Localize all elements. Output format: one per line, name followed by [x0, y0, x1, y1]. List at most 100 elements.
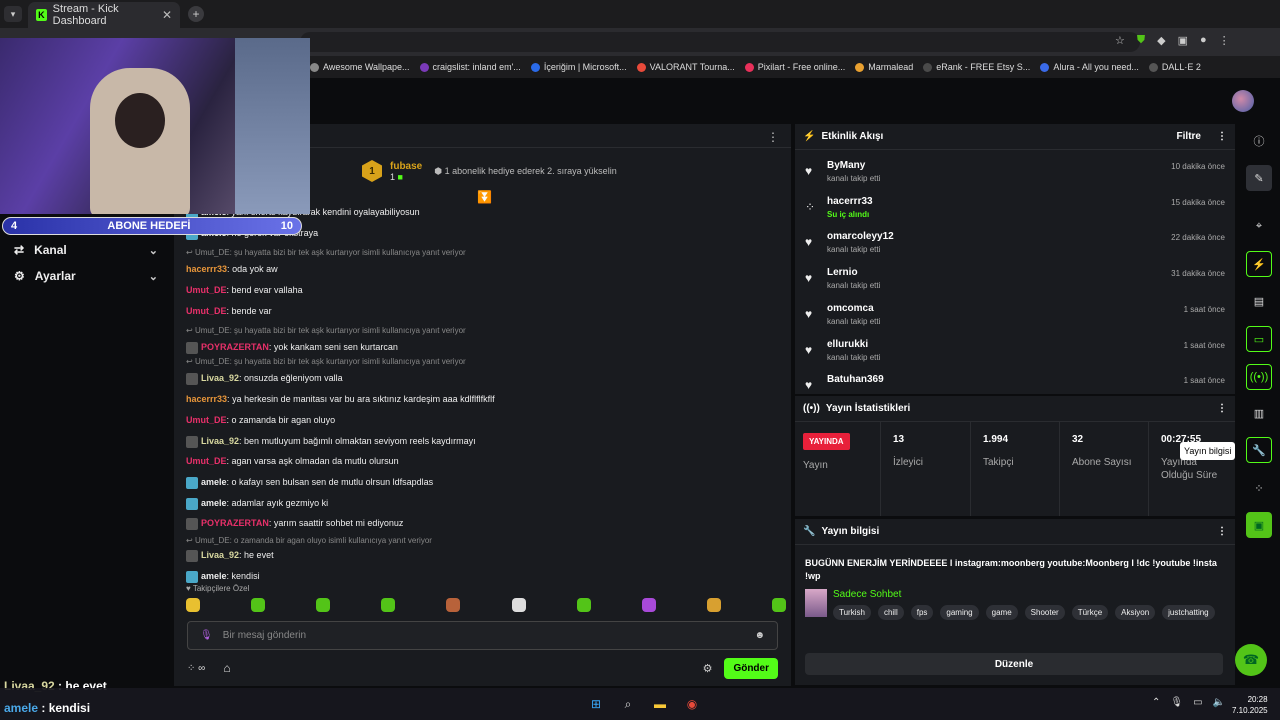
new-tab-button[interactable]: + [188, 6, 204, 22]
display-icon[interactable]: ▭ [1193, 697, 1202, 708]
bookmark-item[interactable]: Awesome Wallpape... [310, 62, 410, 72]
puzzle-icon[interactable]: ▣ [1178, 34, 1188, 47]
emote-icon[interactable] [641, 598, 656, 612]
more-options-icon[interactable]: ⋮ [1217, 131, 1227, 142]
bookmark-item[interactable]: İçeriğim | Microsoft... [530, 62, 627, 72]
chevron-up-icon[interactable]: ⌃ [1152, 697, 1160, 708]
chat-username[interactable]: amele [201, 571, 227, 581]
chat-username[interactable]: POYRAZERTAN [201, 342, 269, 352]
extension-icon[interactable]: ◆ [1157, 34, 1165, 47]
star-icon[interactable]: ☆ [1115, 34, 1125, 47]
bookmark-item[interactable]: Alura - All you need... [1040, 62, 1139, 72]
activity-username[interactable]: hacerrr33 [827, 196, 873, 207]
emote-icon[interactable] [771, 598, 786, 612]
activity-username[interactable]: ByMany [827, 160, 865, 171]
leader-name[interactable]: fubase [390, 161, 422, 172]
chat-username[interactable]: hacerrr33 [186, 264, 227, 274]
chat-input[interactable]: 🎙 Bir mesaj gönderin ☻ [187, 621, 778, 650]
chat-username[interactable]: Livaa_92 [201, 373, 239, 383]
chat-username[interactable]: hacerrr33 [186, 394, 227, 404]
sidebar-item-ayarlar[interactable]: ⚙ Ayarlar ⌄ [0, 263, 172, 289]
category-name[interactable]: Sadece Sohbet [833, 589, 901, 600]
microphone-icon[interactable]: 🎙 [200, 630, 213, 641]
points-icon[interactable]: ⁘ ∞ [187, 663, 205, 674]
stream-tag[interactable]: fps [910, 605, 934, 620]
stream-tag[interactable]: Türkçe [1071, 605, 1109, 620]
store-icon[interactable]: ⌂ [223, 661, 230, 675]
emote-icon[interactable] [316, 598, 331, 612]
emote-icon[interactable] [576, 598, 591, 612]
chat-username[interactable]: Umut_DE [186, 285, 227, 295]
stream-tag[interactable]: Turkish [833, 605, 871, 620]
tab-search-icon[interactable]: ▾ [4, 6, 22, 22]
activity-username[interactable]: ellurukki [827, 339, 868, 350]
camera-icon[interactable]: ⌖ [1246, 213, 1272, 239]
emoji-icon[interactable]: ☻ [754, 630, 765, 641]
bookmark-item[interactable]: VALORANT Tourna... [636, 62, 735, 72]
activity-username[interactable]: Lernio [827, 267, 858, 278]
broadcast-icon[interactable]: ((•)) [1246, 364, 1272, 390]
stream-tag[interactable]: Aksiyon [1115, 605, 1156, 620]
chat-settings-icon[interactable]: ⚙ [703, 662, 713, 675]
profile-icon[interactable]: ● [1200, 34, 1207, 47]
activity-username[interactable]: omarcoleyy12 [827, 231, 894, 242]
chat-username[interactable]: Umut_DE [186, 306, 227, 316]
menu-icon[interactable]: ⋮ [1219, 34, 1230, 47]
chat-username[interactable]: amele [201, 477, 227, 487]
emote-icon[interactable] [706, 598, 721, 612]
scroll-to-bottom-icon[interactable]: ⏬ [477, 190, 492, 204]
chrome-icon[interactable]: ◉ [682, 694, 702, 714]
bookmark-item[interactable]: DALL·E 2 [1148, 62, 1201, 72]
edit-button[interactable]: Düzenle [805, 653, 1223, 675]
windows-start-icon[interactable]: ⊞ [586, 694, 606, 714]
shield-icon[interactable]: ⛊ [1137, 34, 1145, 47]
stream-tag[interactable]: Shooter [1024, 605, 1065, 620]
chat-username[interactable]: Umut_DE [186, 456, 227, 466]
bookmark-item[interactable]: eRank - FREE Etsy S... [923, 62, 1030, 72]
filter-button[interactable]: Filtre [1177, 131, 1201, 142]
lightning-icon[interactable]: ⚡ [1246, 251, 1272, 277]
emote-icon[interactable] [186, 598, 200, 612]
notes-icon[interactable]: ▤ [1246, 288, 1272, 314]
activity-username[interactable]: omcomca [827, 303, 874, 314]
chat-username[interactable]: POYRAZERTAN [201, 518, 269, 528]
chat-icon[interactable]: ▭ [1246, 326, 1272, 352]
sidebar-item-kanal[interactable]: ⇄ Kanal ⌄ [0, 237, 172, 263]
bookmark-item[interactable]: Pixilart - Free online... [744, 62, 845, 72]
info-icon[interactable]: ⓘ [1246, 128, 1272, 154]
stream-tag[interactable]: gaming [940, 605, 979, 620]
send-button[interactable]: Gönder [724, 657, 778, 679]
chat-username[interactable]: Livaa_92 [201, 550, 239, 560]
address-bar[interactable] [300, 32, 1140, 52]
emote-icon[interactable] [511, 598, 526, 612]
emote-icon[interactable] [446, 598, 461, 612]
more-options-icon[interactable]: ⋮ [767, 130, 779, 144]
more-options-icon[interactable]: ⋮ [1217, 403, 1227, 414]
emote-icon[interactable] [381, 598, 396, 612]
emote-icon[interactable] [251, 598, 266, 612]
bookmark-item[interactable]: Marmalead [855, 62, 913, 72]
app-icon[interactable]: ▣ [1246, 512, 1272, 538]
microphone-icon[interactable]: 🎙 [1170, 697, 1183, 708]
points-icon[interactable]: ⁘ [1246, 475, 1272, 501]
layers-icon[interactable]: ▥ [1246, 400, 1272, 426]
pencil-icon[interactable]: ✎ [1246, 165, 1272, 191]
file-explorer-icon[interactable]: ▬ [650, 694, 670, 714]
activity-username[interactable]: Batuhan369 [827, 374, 884, 385]
chat-username[interactable]: amele [201, 498, 227, 508]
stream-tag[interactable]: chill [877, 605, 904, 620]
user-avatar[interactable] [1232, 90, 1254, 112]
wrench-icon[interactable]: 🔧 [1246, 437, 1272, 463]
stream-tag[interactable]: justchatting [1162, 605, 1215, 620]
browser-tab[interactable]: K Stream - Kick Dashboard ✕ [28, 2, 180, 28]
stream-tag[interactable]: game [985, 605, 1018, 620]
bookmark-item[interactable]: craigslist: inland em'... [419, 62, 521, 72]
support-button[interactable]: ☎ [1235, 644, 1267, 676]
tab-close-icon[interactable]: ✕ [162, 8, 172, 22]
chat-username[interactable]: Livaa_92 [201, 436, 239, 446]
search-icon[interactable]: ⌕ [618, 694, 638, 714]
chat-username[interactable]: Umut_DE [186, 415, 227, 425]
volume-icon[interactable]: 🔈 [1213, 697, 1225, 708]
system-clock[interactable]: 20:28 7.10.2025 [1232, 694, 1268, 716]
more-options-icon[interactable]: ⋮ [1217, 526, 1227, 537]
